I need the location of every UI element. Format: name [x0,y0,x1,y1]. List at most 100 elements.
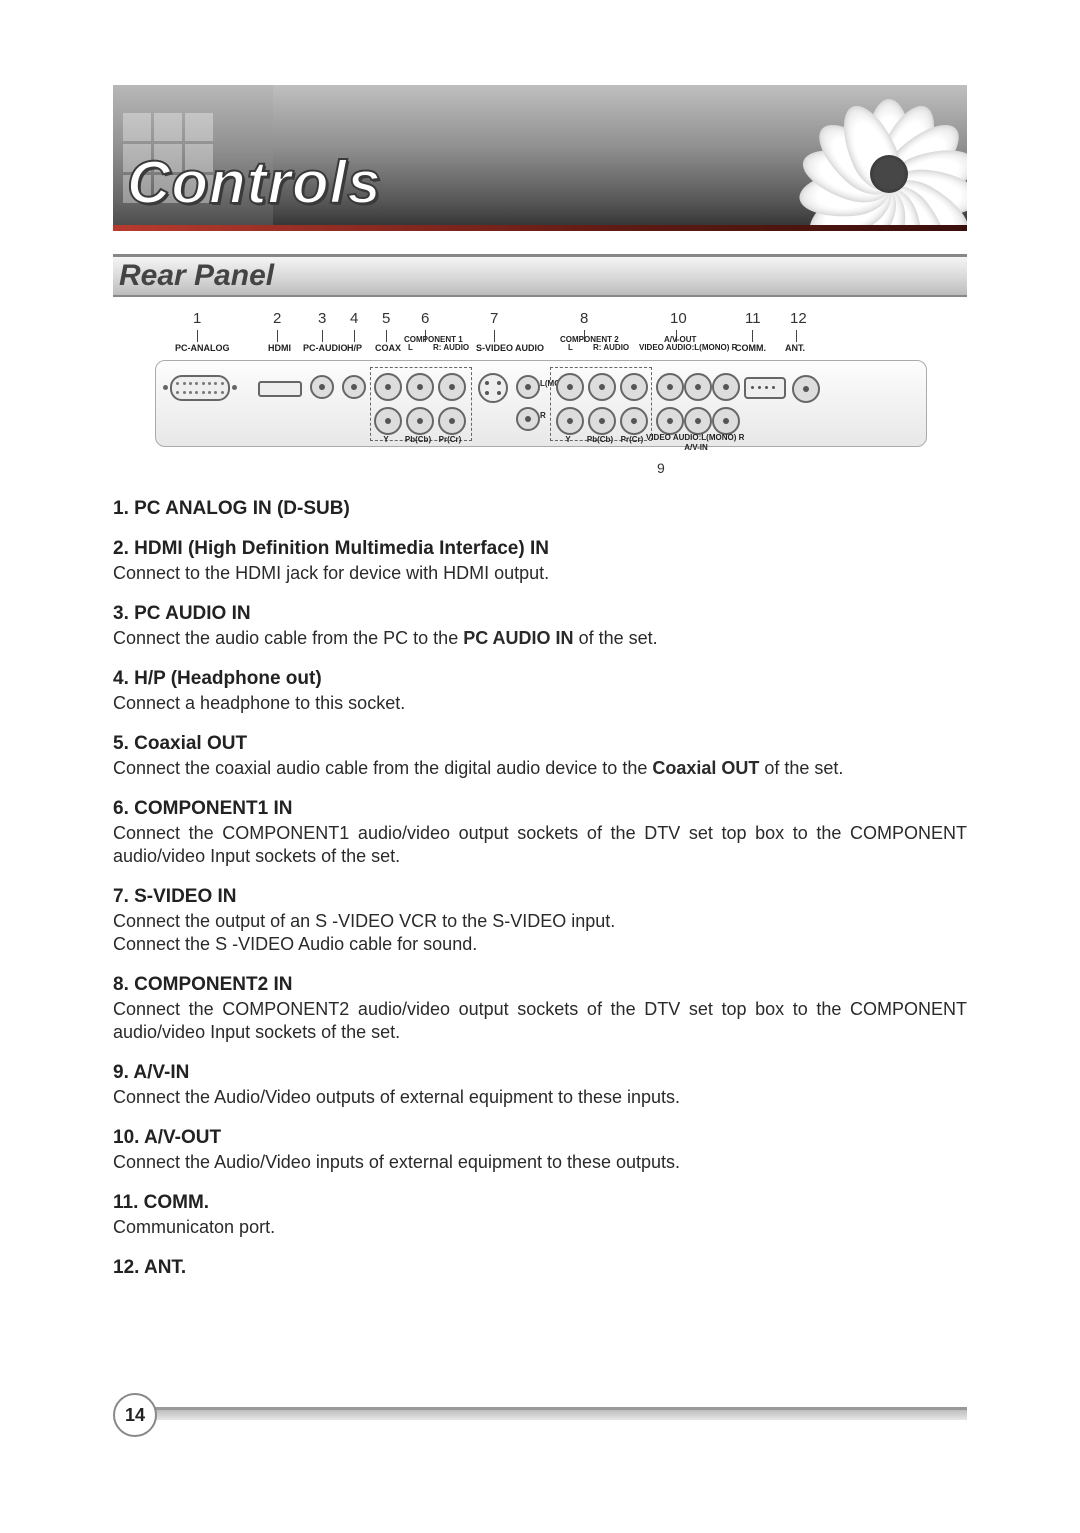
jack-icon [588,373,616,401]
chapter-banner: Controls [113,85,967,225]
jack-icon [374,407,402,435]
item-heading: 2. HDMI (High Definition Multimedia Inte… [113,538,967,560]
jack-icon [516,375,540,399]
label-r: R [540,411,546,420]
section-heading: Rear Panel [113,254,967,295]
list-item: 5. Coaxial OUT Connect the coaxial audio… [113,733,967,780]
jack-icon [556,373,584,401]
list-item: 1. PC ANALOG IN (D-SUB) [113,498,967,520]
callout-num: 12 [790,310,807,327]
list-item: 2. HDMI (High Definition Multimedia Inte… [113,538,967,585]
label-coax: COAX [375,343,401,353]
jack-icon [588,407,616,435]
item-heading: 6. COMPONENT1 IN [113,798,967,820]
item-heading: 11. COMM. [113,1192,967,1214]
jack-icon [712,373,740,401]
label-hp: H/P [347,343,362,353]
jack-icon [556,407,584,435]
diagram-top-labels: PC-ANALOG HDMI PC-AUDIO H/P COAX COMPONE… [155,343,925,359]
jack-icon [620,407,648,435]
label-l: L [408,343,413,352]
jack-icon [712,407,740,435]
item-body: Connect the output of an S -VIDEO VCR to… [113,910,967,956]
jack-icon [374,373,402,401]
callout-num: 5 [382,310,390,327]
jack-icon [516,407,540,431]
item-heading: 8. COMPONENT2 IN [113,974,967,996]
item-body: Connect the Audio/Video outputs of exter… [113,1086,967,1109]
item-heading: 12. ANT. [113,1257,967,1279]
jack-icon [656,407,684,435]
label-comm: COMM. [735,343,766,353]
label-svideo: S-VIDEO [476,343,513,353]
list-item: 12. ANT. [113,1257,967,1279]
callout-num: 1 [193,310,201,327]
section-rule [113,295,967,297]
list-item: 3. PC AUDIO IN Connect the audio cable f… [113,603,967,650]
item-heading: 5. Coaxial OUT [113,733,967,755]
callout-num: 4 [350,310,358,327]
hdmi-port-icon [258,381,302,397]
label-pc-audio: PC-AUDIO [303,343,348,353]
label-y: Y [383,435,388,444]
list-item: 10. A/V-OUT Connect the Audio/Video inpu… [113,1127,967,1174]
jack-icon [310,375,334,399]
label-prcr: Pr(Cr) [439,435,462,444]
callout-num: 8 [580,310,588,327]
jack-icon [684,407,712,435]
label-pbcb: Pb(Cb) [405,435,431,444]
jack-icon [620,373,648,401]
callout-num: 3 [318,310,326,327]
list-item: 7. S-VIDEO IN Connect the output of an S… [113,886,967,956]
descriptions-list: 1. PC ANALOG IN (D-SUB) 2. HDMI (High De… [113,498,967,1297]
flower-icon [829,99,949,219]
item-heading: 9. A/V-IN [113,1062,967,1084]
jack-icon [656,373,684,401]
footer-bar [151,1407,967,1420]
label-pc-analog: PC-ANALOG [175,343,230,353]
item-heading: 3. PC AUDIO IN [113,603,967,625]
item-body: Connect a headphone to this socket. [113,692,967,715]
label-avin: A/V-IN [684,443,708,452]
callout-num: 10 [670,310,687,327]
label-pbcb2: Pb(Cb) [587,435,613,444]
comm-port-icon [744,377,786,399]
callout-num: 11 [745,310,761,327]
page-number: 14 [113,1393,157,1437]
item-body: Connect the coaxial audio cable from the… [113,757,967,780]
item-body: Connect the Audio/Video inputs of extern… [113,1151,967,1174]
label-ant: ANT. [785,343,805,353]
label-y2: Y [565,435,570,444]
list-item: 8. COMPONENT2 IN Connect the COMPONENT2 … [113,974,967,1044]
item-body: Communicaton port. [113,1216,967,1239]
callout-num: 2 [273,310,281,327]
item-heading: 10. A/V-OUT [113,1127,967,1149]
svideo-port-icon [478,373,508,403]
jack-icon [406,407,434,435]
list-item: 4. H/P (Headphone out) Connect a headpho… [113,668,967,715]
antenna-port-icon [792,375,820,403]
diagram-callout-numbers: 1 2 3 4 5 6 7 8 10 11 12 [155,310,925,330]
label-r-audio2: R: AUDIO [593,343,629,352]
jack-icon [438,407,466,435]
chapter-title: Controls [127,148,382,217]
jack-icon [684,373,712,401]
jack-icon [342,375,366,399]
label-avin-sub: VIDEO AUDIO:L(MONO) R [646,433,744,442]
label-avout-sub: VIDEO AUDIO:L(MONO) R [639,343,737,352]
label-audio: AUDIO [515,343,544,353]
label-l2: L [568,343,573,352]
item-body: Connect to the HDMI jack for device with… [113,562,967,585]
item-heading: 7. S-VIDEO IN [113,886,967,908]
jack-icon [438,373,466,401]
item-body: Connect the COMPONENT2 audio/video outpu… [113,998,967,1044]
list-item: 11. COMM. Communicaton port. [113,1192,967,1239]
item-heading: 4. H/P (Headphone out) [113,668,967,690]
rear-panel-plate: Y Pb(Cb) Pr(Cr) L(MONO) R Y Pb(Cb) Pr(Cr… [155,360,927,447]
diagram-ticks [155,330,925,344]
list-item: 9. A/V-IN Connect the Audio/Video output… [113,1062,967,1109]
banner-underline [113,225,967,231]
item-body: Connect the audio cable from the PC to t… [113,627,967,650]
rear-panel-diagram: 1 2 3 4 5 6 7 8 10 11 12 PC-ANALOG HDMI … [155,310,925,490]
item-heading: 1. PC ANALOG IN (D-SUB) [113,498,967,520]
